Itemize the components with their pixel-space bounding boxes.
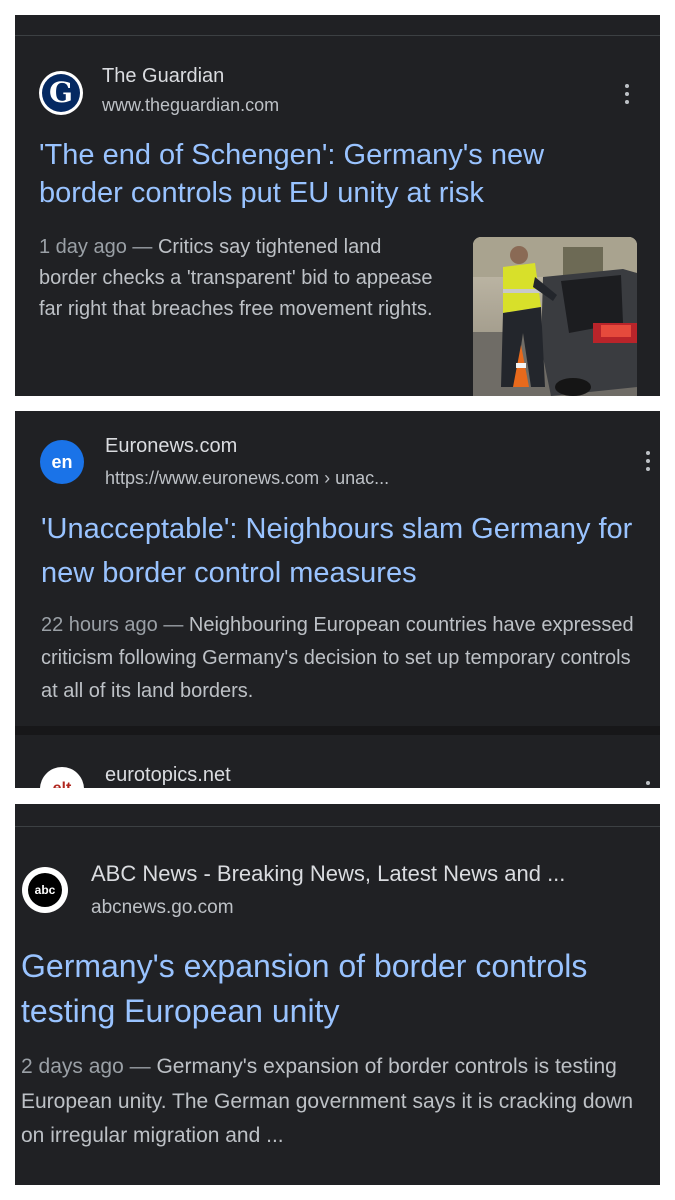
favicon-letter: G xyxy=(49,76,73,109)
top-divider xyxy=(15,826,660,827)
result-date: 1 day ago — xyxy=(39,236,153,258)
favicon-letter: abc xyxy=(34,883,56,897)
result-title-link[interactable]: Germany's expansion of border controls t… xyxy=(21,944,660,1034)
result-thumbnail-image[interactable] xyxy=(473,237,637,396)
more-options-icon[interactable] xyxy=(643,451,653,471)
result-title-link[interactable]: 'Unacceptable': Neighbours slam Germany … xyxy=(41,508,660,595)
result-title-link[interactable]: 'The end of Schengen': Germany's new bor… xyxy=(39,137,629,212)
site-name[interactable]: The Guardian xyxy=(102,65,224,88)
site-name[interactable]: Euronews.com xyxy=(105,435,237,458)
result-card-abc-news[interactable]: abc ABC News - Breaking News, Latest New… xyxy=(15,804,660,1185)
result-card-euronews[interactable]: en Euronews.com https://www.euronews.com… xyxy=(15,411,660,788)
favicon-letter: e|t xyxy=(53,780,72,788)
result-snippet: 1 day ago — Critics say tightened land b… xyxy=(39,232,434,325)
guardian-g-icon: G xyxy=(39,71,83,115)
site-url[interactable]: www.theguardian.com xyxy=(102,95,279,116)
top-divider xyxy=(15,35,660,36)
result-card-guardian[interactable]: G The Guardian www.theguardian.com 'The … xyxy=(15,15,660,396)
more-options-icon[interactable] xyxy=(643,781,653,788)
site-url[interactable]: abcnews.go.com xyxy=(91,897,234,919)
result-snippet: 2 days ago — Germany's expansion of bord… xyxy=(21,1050,660,1154)
result-snippet: 22 hours ago — Neighbouring European cou… xyxy=(41,609,651,708)
site-name[interactable]: ABC News - Breaking News, Latest News an… xyxy=(91,861,565,887)
result-date: 22 hours ago — xyxy=(41,614,184,636)
site-url[interactable]: https://www.euronews.com › unac... xyxy=(105,468,389,489)
euronews-icon: en xyxy=(40,440,84,484)
border-check-photo xyxy=(473,237,637,396)
result-divider xyxy=(15,726,660,735)
more-options-icon[interactable] xyxy=(622,84,632,104)
site-name[interactable]: eurotopics.net xyxy=(105,764,231,787)
result-date: 2 days ago — xyxy=(21,1055,151,1078)
abc-news-icon: abc xyxy=(22,867,68,913)
favicon-letter: en xyxy=(51,451,73,472)
eurotopics-icon: e|t xyxy=(40,767,84,788)
